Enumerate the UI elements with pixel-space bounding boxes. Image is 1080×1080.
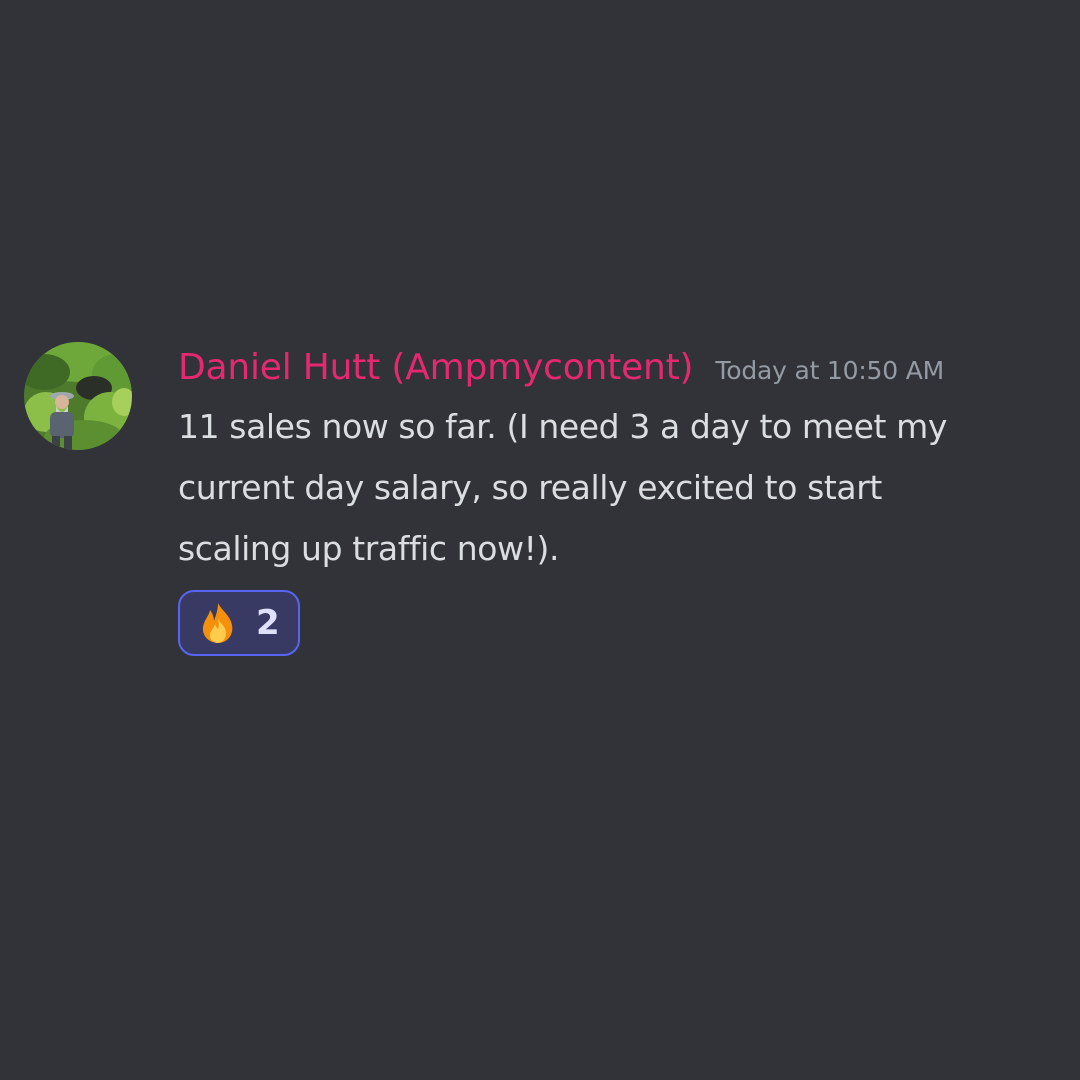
message-line: current day salary, so really excited to… bbox=[178, 468, 882, 507]
reaction-count: 2 bbox=[256, 603, 280, 643]
author-name[interactable]: Daniel Hutt (Ampmycontent) bbox=[178, 340, 694, 396]
reactions-bar: 2 bbox=[178, 590, 1038, 656]
message-content: Daniel Hutt (Ampmycontent) Today at 10:5… bbox=[178, 340, 1038, 656]
message-header: Daniel Hutt (Ampmycontent) Today at 10:5… bbox=[178, 340, 1038, 396]
chat-canvas: Daniel Hutt (Ampmycontent) Today at 10:5… bbox=[0, 0, 1080, 1080]
message-timestamp[interactable]: Today at 10:50 AM bbox=[715, 356, 944, 385]
reaction-fire-button[interactable]: 2 bbox=[178, 590, 300, 656]
avatar[interactable] bbox=[24, 342, 132, 450]
avatar-image bbox=[24, 342, 132, 450]
fire-icon bbox=[196, 601, 240, 645]
message-line: 11 sales now so far. (I need 3 a day to … bbox=[178, 407, 947, 446]
message-line: scaling up traffic now!). bbox=[178, 529, 560, 568]
message-text: 11 sales now so far. (I need 3 a day to … bbox=[178, 396, 1038, 579]
